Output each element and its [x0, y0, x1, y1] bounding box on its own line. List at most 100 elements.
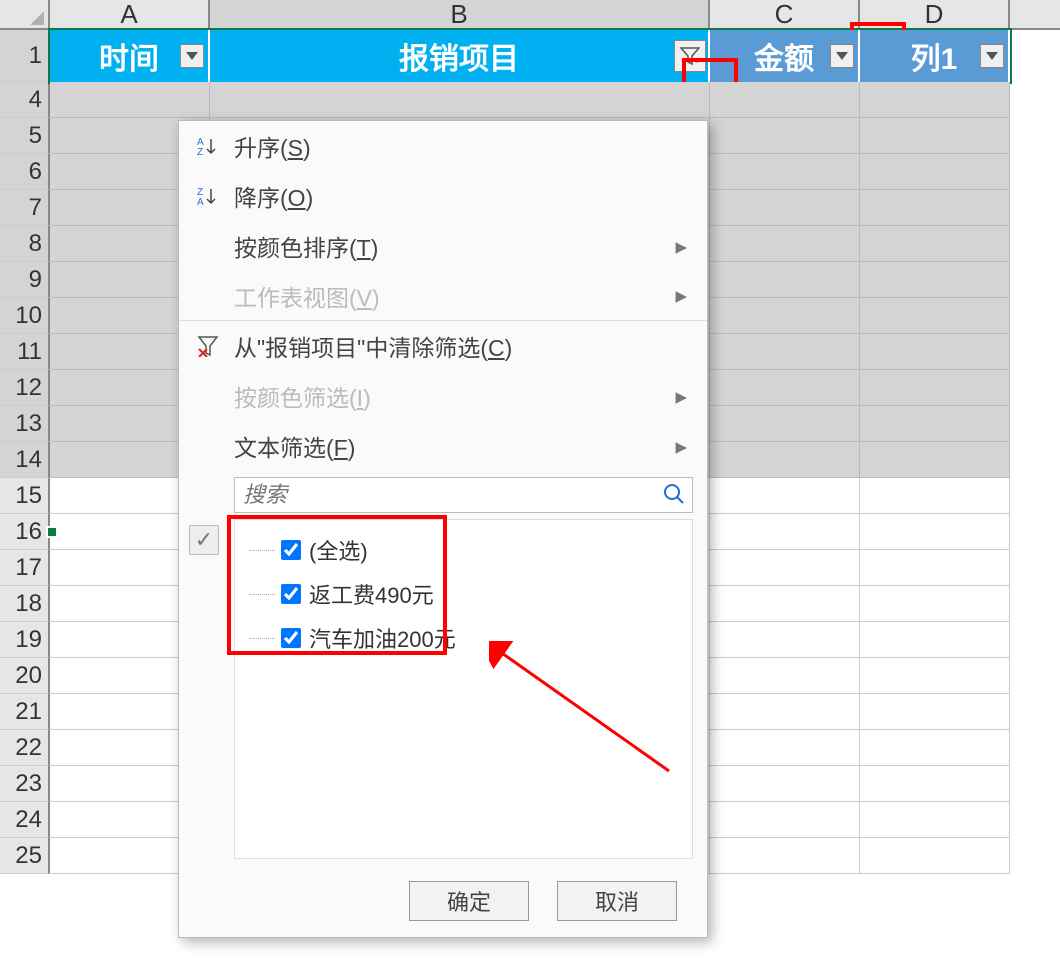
cell[interactable] [860, 334, 1010, 370]
header-cell-time[interactable]: 时间 [50, 30, 210, 82]
menu-sort-asc[interactable]: AZ 升序(S) [179, 121, 707, 171]
cell[interactable] [710, 370, 860, 406]
row-number[interactable]: 5 [0, 118, 50, 154]
row-number[interactable]: 15 [0, 478, 50, 514]
cell[interactable] [50, 82, 210, 118]
cell[interactable] [710, 766, 860, 802]
cancel-button[interactable]: 取消 [557, 881, 677, 921]
cell[interactable] [710, 802, 860, 838]
cell[interactable] [860, 622, 1010, 658]
row-number[interactable]: 6 [0, 154, 50, 190]
row-number[interactable]: 8 [0, 226, 50, 262]
cell[interactable] [860, 586, 1010, 622]
svg-text:Z: Z [197, 147, 203, 157]
menu-sort-color[interactable]: 按颜色排序(T) ▸ [179, 221, 707, 271]
row-number[interactable]: 13 [0, 406, 50, 442]
cell[interactable] [710, 514, 860, 550]
cell[interactable] [710, 478, 860, 514]
row-number[interactable]: 16 [0, 514, 50, 550]
cell[interactable] [710, 334, 860, 370]
checkbox[interactable] [281, 584, 301, 604]
row-number[interactable]: 25 [0, 838, 50, 874]
row-number[interactable]: 17 [0, 550, 50, 586]
cell[interactable] [710, 82, 860, 118]
row-number[interactable]: 1 [0, 30, 50, 82]
cell[interactable] [710, 550, 860, 586]
cell[interactable] [860, 226, 1010, 262]
cell[interactable] [710, 658, 860, 694]
cell[interactable] [860, 478, 1010, 514]
cell[interactable] [210, 82, 710, 118]
row-number[interactable]: 7 [0, 190, 50, 226]
row-number[interactable]: 14 [0, 442, 50, 478]
check-item[interactable]: 汽车加油200元 [249, 622, 678, 654]
cell[interactable] [710, 118, 860, 154]
header-cell-col1[interactable]: 列1 [860, 30, 1010, 82]
search-input[interactable] [234, 477, 693, 513]
cell[interactable] [710, 406, 860, 442]
cell[interactable] [860, 298, 1010, 334]
cell[interactable] [710, 730, 860, 766]
header-cell-item[interactable]: 报销项目 [210, 30, 710, 82]
check-item[interactable]: 返工费490元 [249, 578, 678, 610]
cell[interactable] [860, 694, 1010, 730]
cell[interactable] [860, 118, 1010, 154]
row-number[interactable]: 23 [0, 766, 50, 802]
row-number[interactable]: 9 [0, 262, 50, 298]
cell[interactable] [860, 802, 1010, 838]
selection-handle[interactable] [48, 528, 56, 536]
check-item-all[interactable]: (全选) [249, 534, 678, 566]
filter-active-button[interactable] [674, 40, 706, 72]
cell[interactable] [710, 154, 860, 190]
ok-button[interactable]: 确定 [409, 881, 529, 921]
cell[interactable] [860, 406, 1010, 442]
cell[interactable] [860, 658, 1010, 694]
cell[interactable] [710, 838, 860, 874]
menu-sort-desc[interactable]: ZA 降序(O) [179, 171, 707, 221]
row-number[interactable]: 21 [0, 694, 50, 730]
cell[interactable] [860, 154, 1010, 190]
search-icon[interactable] [663, 483, 685, 511]
cell[interactable] [710, 442, 860, 478]
cell[interactable] [710, 262, 860, 298]
cell[interactable] [860, 370, 1010, 406]
col-letter-D[interactable]: D [860, 0, 1010, 28]
col-letter-A[interactable]: A [50, 0, 210, 28]
header-cell-amount[interactable]: 金额 [710, 30, 860, 82]
row-number[interactable]: 18 [0, 586, 50, 622]
select-visible-toggle[interactable]: ✓ [189, 525, 219, 555]
filter-dropdown-button[interactable] [980, 44, 1004, 68]
row-number[interactable]: 20 [0, 658, 50, 694]
row-number[interactable]: 22 [0, 730, 50, 766]
cell[interactable] [860, 730, 1010, 766]
col-letter-B[interactable]: B [210, 0, 710, 28]
cell[interactable] [710, 190, 860, 226]
cell[interactable] [860, 550, 1010, 586]
row-number[interactable]: 11 [0, 334, 50, 370]
filter-dropdown-button[interactable] [180, 44, 204, 68]
cell[interactable] [860, 838, 1010, 874]
menu-text-filter[interactable]: 文本筛选(F) ▸ [179, 421, 707, 471]
row-number[interactable]: 4 [0, 82, 50, 118]
row-number[interactable]: 10 [0, 298, 50, 334]
row-number[interactable]: 12 [0, 370, 50, 406]
cell[interactable] [710, 622, 860, 658]
cell[interactable] [710, 586, 860, 622]
cell[interactable] [710, 298, 860, 334]
filter-dropdown-button[interactable] [830, 44, 854, 68]
cell[interactable] [710, 694, 860, 730]
cell[interactable] [860, 262, 1010, 298]
row-number[interactable]: 24 [0, 802, 50, 838]
cell[interactable] [860, 82, 1010, 118]
cell[interactable] [860, 766, 1010, 802]
row-number[interactable]: 19 [0, 622, 50, 658]
checkbox[interactable] [281, 628, 301, 648]
select-all-corner[interactable] [0, 0, 50, 28]
cell[interactable] [710, 226, 860, 262]
cell[interactable] [860, 514, 1010, 550]
cell[interactable] [860, 190, 1010, 226]
checkbox[interactable] [281, 540, 301, 560]
col-letter-C[interactable]: C [710, 0, 860, 28]
cell[interactable] [860, 442, 1010, 478]
menu-clear-filter[interactable]: 从"报销项目"中清除筛选(C) [179, 321, 707, 371]
